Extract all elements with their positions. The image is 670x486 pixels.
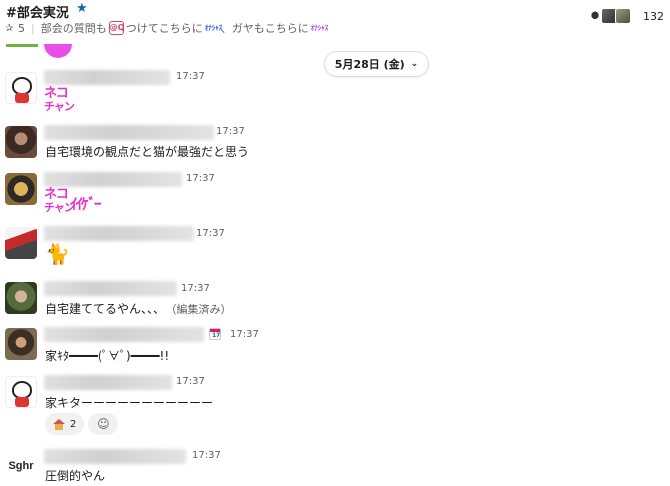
avatar[interactable] xyxy=(5,126,37,158)
message-time[interactable]: 17:37 xyxy=(186,173,215,184)
avatar[interactable] xyxy=(5,173,37,205)
channel-topic: ✰ 5 | 部会の質問も @Q つけてこちらに ｵﾅｼｬｽ 、ガヤもこちらに ｵ… xyxy=(5,20,329,36)
sender-name[interactable] xyxy=(44,327,204,342)
neko-chan-stamp: ネコ チャン xyxy=(44,86,75,113)
add-emoji-icon: ☺ xyxy=(97,417,110,431)
add-reaction-button[interactable]: ☺ xyxy=(88,413,119,435)
message-item: 17:37 自宅環境の観点だと猫が最強だと思う xyxy=(0,124,670,164)
avatar[interactable]: Sghr xyxy=(5,450,37,482)
avatar[interactable] xyxy=(5,328,37,360)
cat-emoji-icon: 🐈 xyxy=(45,242,70,266)
sender-name[interactable] xyxy=(44,70,170,85)
message-time[interactable]: 17:37 xyxy=(181,283,210,294)
neko-chan-iige-stamp: ネコ チャン ｲｲｹﾞｰ xyxy=(44,188,114,218)
stamp-text: チャン xyxy=(44,100,75,113)
sender-name[interactable] xyxy=(44,226,194,241)
message-time[interactable]: 17:37 xyxy=(230,329,259,340)
sender-name[interactable] xyxy=(44,172,182,187)
message-time[interactable]: 17:37 xyxy=(196,228,225,239)
calendar-icon: 17 xyxy=(209,328,221,340)
message-time[interactable]: 17:37 xyxy=(216,126,245,137)
message-text: 圧倒的やん xyxy=(45,469,106,483)
message-item: Sghr 17:37 圧倒的やん xyxy=(0,448,670,486)
avatar[interactable] xyxy=(5,376,37,408)
house-reaction-button[interactable]: 2 xyxy=(45,413,85,435)
avatar[interactable] xyxy=(5,72,37,104)
avatar[interactable] xyxy=(5,227,37,259)
message-text: 自宅環境の観点だと猫が最強だと思う xyxy=(45,145,250,159)
member-list-button[interactable]: 132 xyxy=(587,8,664,24)
pin-count[interactable]: 5 xyxy=(18,22,25,35)
message-time[interactable]: 17:37 xyxy=(176,376,205,387)
member-avatar xyxy=(615,8,631,24)
sender-name[interactable] xyxy=(44,125,214,140)
previous-stamp-partial xyxy=(44,44,72,58)
onashasu-emoji-icon: ｵﾅｼｬｽ xyxy=(204,23,223,32)
sender-name[interactable] xyxy=(44,375,172,390)
message-text: 自宅建ててるやん、、、 （編集済み） xyxy=(45,300,232,317)
message-text: 家ｷﾀ━━━━(ﾟ∀ﾟ)━━━━!! xyxy=(45,349,170,363)
reaction-bar: 2 ☺ xyxy=(45,413,122,435)
avatar[interactable] xyxy=(5,282,37,314)
stamp-text: ｲｲｹﾞｰ xyxy=(70,195,101,213)
house-icon xyxy=(53,418,65,430)
member-count: 132 xyxy=(643,9,664,23)
topic-text-3: 、ガヤもこちらに xyxy=(220,22,309,35)
pin-icon[interactable]: ✰ xyxy=(5,23,16,34)
calendar-day: 17 xyxy=(212,332,221,339)
star-icon[interactable]: ★ xyxy=(76,1,88,16)
message-item: 17 17:37 家ｷﾀ━━━━(ﾟ∀ﾟ)━━━━!! xyxy=(0,326,670,366)
reaction-count: 2 xyxy=(70,418,77,430)
topic-text-2: つけてこちらに xyxy=(125,22,203,35)
q-emoji-icon: @Q xyxy=(108,21,125,35)
topic-text-1: 部会の質問も xyxy=(40,22,107,35)
stamp-text: ネコ xyxy=(44,86,69,101)
message-item: 17:37 ネコ チャン xyxy=(0,70,670,120)
divider: | xyxy=(31,21,35,35)
onashasu-emoji-icon-2: ｵﾅｼｬｽ xyxy=(310,23,329,32)
message-item: 17:37 🐈 xyxy=(0,225,670,275)
message-time[interactable]: 17:37 xyxy=(192,450,221,461)
edited-label: （編集済み） xyxy=(171,303,232,316)
message-item: 17:37 ネコ チャン ｲｲｹﾞｰ xyxy=(0,171,670,221)
message-item: 17:37 自宅建ててるやん、、、 （編集済み） xyxy=(0,280,670,320)
chevron-down-icon: ⌄ xyxy=(410,59,419,69)
message-time[interactable]: 17:37 xyxy=(176,71,205,82)
message-text: 家キターーーーーーーーーーー xyxy=(45,396,214,410)
sender-name[interactable] xyxy=(44,281,177,296)
message-text-body: 自宅建ててるやん、、、 xyxy=(45,302,166,316)
previous-avatar-partial xyxy=(6,44,38,47)
channel-name[interactable]: #部会実況 xyxy=(6,2,69,21)
channel-header: #部会実況 ★ ✰ 5 | 部会の質問も @Q つけてこちらに ｵﾅｼｬｽ 、ガ… xyxy=(0,0,670,44)
sender-name[interactable] xyxy=(44,449,186,464)
